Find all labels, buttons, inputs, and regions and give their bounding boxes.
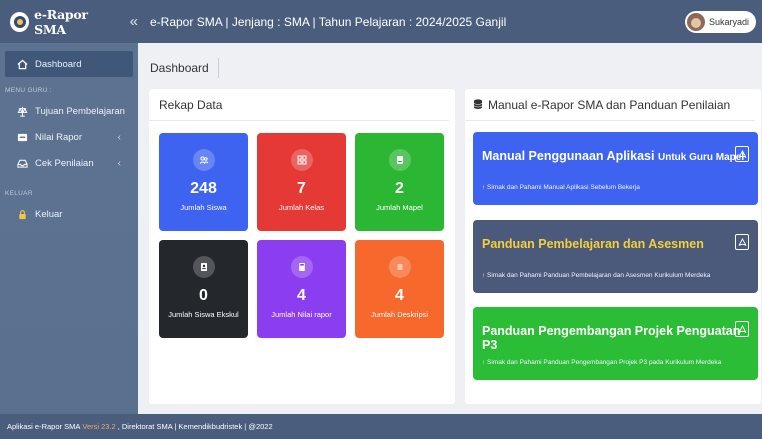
tile-label: Jumlah Mapel [376,203,423,212]
banner-subtitle: ↑ Simak dan Pahami Manual Aplikasi Sebel… [482,184,640,191]
balance-scale-icon [15,106,29,117]
book-icon [388,149,411,171]
banner-title: Manual Penggunaan Aplikasi Untuk Guru Ma… [482,149,744,163]
tile-jumlah-siswa-ekskul[interactable]: 0 Jumlah Siswa Ekskul [159,240,248,338]
tile-value: 4 [395,287,404,304]
sidebar: e-Rapor SMA « Dashboard MENU GURU : Tuju… [0,0,138,414]
tile-value: 248 [190,180,217,197]
sidebar-item-label: Keluar [35,208,63,220]
tile-jumlah-deskripsi[interactable]: 4 Jumlah Deskripsi [355,240,444,338]
pdf-icon [735,321,749,337]
logout-header: KELUAR [5,190,33,197]
tile-value: 0 [199,287,208,304]
tile-value: 4 [297,287,306,304]
home-icon [15,59,29,70]
sidebar-item-tujuan-pembelajaran[interactable]: Tujuan Pembelajaran [5,98,133,124]
footer: Aplikasi e-Rapor SMA Versi 23.2 , Direkt… [0,414,762,439]
chevron-left-icon: ‹ [117,131,121,143]
brand[interactable]: e-Rapor SMA « [0,0,138,43]
tile-jumlah-mapel[interactable]: 2 Jumlah Mapel [355,133,444,231]
tile-label: Jumlah Deskripsi [370,310,429,319]
pdf-icon [735,146,749,162]
tile-label: Jumlah Siswa [180,203,227,212]
tutwuri-logo-icon [10,11,30,32]
breadcrumb: Dashboard [150,56,219,80]
manual-card: Manual e-Rapor SMA dan Panduan Penilaian… [465,89,761,404]
footer-version: Versi 23.2 [82,422,116,431]
topbar: e-Rapor SMA | Jenjang : SMA | Tahun Pela… [138,0,762,43]
banner-panduan-p3[interactable]: Panduan Pengembangan Projek Penguatan P3… [473,307,758,380]
tile-jumlah-kelas[interactable]: 7 Jumlah Kelas [257,133,346,231]
sidebar-item-dashboard[interactable]: Dashboard [5,51,133,77]
breadcrumb-divider [217,58,219,78]
sidebar-item-label: Cek Penilaian [35,157,94,169]
sidebar-item-label: Tujuan Pembelajaran [35,105,125,117]
sidebar-item-label: Dashboard [35,58,82,70]
banner-title-text: Manual Penggunaan Aplikasi [482,149,655,163]
banner-title: Panduan Pembelajaran dan Asesmen [482,237,704,251]
footer-rest: , Direktorat SMA | Kemendikbudristek | @… [117,422,273,431]
tray-icon [15,158,29,169]
sidebar-item-cek-penilaian[interactable]: Cek Penilaian ‹ [5,150,133,176]
users-icon [192,149,215,171]
banner-title-small: Untuk Guru Mapel [657,152,745,163]
user-menu[interactable]: Sukaryadi [684,11,756,33]
card-header: Manual e-Rapor SMA dan Panduan Penilaian [465,89,755,121]
database-icon [473,99,483,110]
inbox-icon [15,132,29,143]
lock-icon [15,209,29,220]
id-card-icon [192,256,215,278]
sidebar-item-keluar[interactable]: Keluar [5,201,133,227]
card-title: Rekap Data [149,89,449,121]
side-nav: Dashboard MENU GURU : Tujuan Pembelajara… [0,43,138,235]
banner-manual-aplikasi[interactable]: Manual Penggunaan Aplikasi Untuk Guru Ma… [473,132,758,205]
grid-icon [290,149,313,171]
footer-app: Aplikasi e-Rapor SMA [7,422,81,431]
tile-label: Jumlah Kelas [278,203,325,212]
calculator-icon [290,256,313,278]
banner-subtitle: ↑ Simak dan Pahami Panduan Pembelajaran … [482,272,711,279]
rekap-data-card: Rekap Data 248 Jumlah Siswa 7 Jumlah Kel… [149,89,455,404]
avatar [686,13,705,31]
banner-panduan-asesmen[interactable]: Panduan Pembelajaran dan Asesmen ↑ Simak… [473,220,758,293]
brand-title: e-Rapor SMA [34,6,88,37]
tile-value: 2 [395,180,404,197]
double-chevron-left-icon[interactable]: « [130,13,138,30]
topbar-title: e-Rapor SMA | Jenjang : SMA | Tahun Pela… [150,14,507,29]
chevron-left-icon: ‹ [117,157,121,169]
tile-value: 7 [297,180,306,197]
sidebar-item-nilai-rapor[interactable]: Nilai Rapor ‹ [5,124,133,150]
banner-subtitle: ↑ Simak dan Pahami Panduan Pengembangan … [482,359,722,366]
list-icon [388,256,411,278]
tile-label: Jumlah Nilai rapor [271,310,332,319]
card-title: Manual e-Rapor SMA dan Panduan Penilaian [488,97,731,112]
tile-jumlah-siswa[interactable]: 248 Jumlah Siswa [159,133,248,231]
banner-title: Panduan Pengembangan Projek Penguatan P3 [482,324,741,352]
page-title: Dashboard [150,61,209,75]
pdf-icon [735,234,749,250]
tile-label: Jumlah Siswa Ekskul [168,310,239,319]
sidebar-item-label: Nilai Rapor [35,131,82,143]
tile-jumlah-nilai-rapor[interactable]: 4 Jumlah Nilai rapor [257,240,346,338]
user-name: Sukaryadi [708,17,749,27]
menu-header: MENU GURU : [5,87,52,94]
